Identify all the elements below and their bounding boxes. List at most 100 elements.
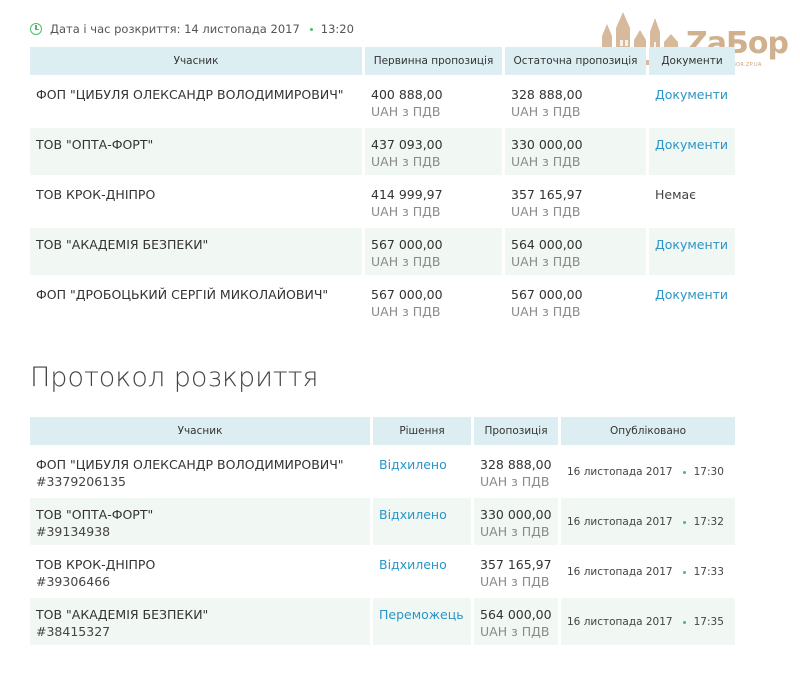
vat-label: UAH з ПДВ [480, 574, 550, 589]
published-date: 16 листопада 2017 [567, 466, 673, 478]
amount: 330 000,00 [511, 137, 583, 152]
vat-label: UAH з ПДВ [480, 474, 550, 489]
vat-label: UAH з ПДВ [371, 154, 441, 169]
separator-dot [682, 520, 686, 524]
amount: 400 888,00 [371, 87, 443, 102]
decision-cell: Відхилено [373, 448, 471, 495]
decision-link[interactable]: Відхилено [379, 557, 447, 572]
col-decision: Рішення [373, 417, 471, 445]
initial-offer: 567 000,00 UAH з ПДВ [365, 278, 502, 325]
table-row: ТОВ "ОПТА-ФОРТ" 437 093,00 UAH з ПДВ 330 … [30, 128, 735, 175]
amount: 328 888,00 [480, 457, 552, 472]
final-offer: 330 000,00 UAH з ПДВ [505, 128, 646, 175]
separator-dot [682, 620, 686, 624]
published-cell: 16 листопада 2017 17:30 [561, 448, 735, 495]
documents-cell: Немає [649, 178, 735, 225]
table-row: ТОВ "ОПТА-ФОРТ" #39134938 Відхилено 330 0… [30, 498, 735, 545]
vat-label: UAH з ПДВ [371, 104, 441, 119]
decision-link[interactable]: Відхилено [379, 507, 447, 522]
amount: 357 165,97 [511, 187, 583, 202]
vat-label: UAH з ПДВ [511, 304, 581, 319]
documents-cell: Документи [649, 278, 735, 325]
decision-cell: Переможець [373, 598, 471, 645]
amount: 414 999,97 [371, 187, 443, 202]
vat-label: UAH з ПДВ [480, 624, 550, 639]
documents-link[interactable]: Документи [655, 287, 728, 302]
table-row: ФОП "ЦИБУЛЯ ОЛЕКСАНДР ВОЛОДИМИРОВИЧ" #337… [30, 448, 735, 495]
final-offer: 328 888,00 UAH з ПДВ [505, 78, 646, 125]
decision-cell: Відхилено [373, 498, 471, 545]
vat-label: UAH з ПДВ [511, 104, 581, 119]
published-time: 17:32 [693, 516, 724, 528]
vat-label: UAH з ПДВ [371, 254, 441, 269]
col-documents: Документи [649, 47, 735, 75]
initial-offer: 414 999,97 UAH з ПДВ [365, 178, 502, 225]
participant-name: ТОВ "АКАДЕМІЯ БЕЗПЕКИ" [36, 607, 209, 622]
amount: 357 165,97 [480, 557, 552, 572]
participant-name: ТОВ "АКАДЕМІЯ БЕЗПЕКИ" [30, 228, 362, 275]
vat-label: UAH з ПДВ [371, 304, 441, 319]
table-row: ФОП "ЦИБУЛЯ ОЛЕКСАНДР ВОЛОДИМИРОВИЧ" 400… [30, 78, 735, 125]
table-row: ТОВ "АКАДЕМІЯ БЕЗПЕКИ" #38415327 Переможе… [30, 598, 735, 645]
table-row: ФОП "ДРОБОЦЬКИЙ СЕРГІЙ МИКОЛАЙОВИЧ" 567 … [30, 278, 735, 325]
vat-label: UAH з ПДВ [511, 254, 581, 269]
amount: 564 000,00 [511, 237, 583, 252]
participant-code: #39134938 [36, 524, 111, 539]
amount: 437 093,00 [371, 137, 443, 152]
decision-link[interactable]: Відхилено [379, 457, 447, 472]
separator-dot [682, 470, 686, 474]
published-cell: 16 листопада 2017 17:33 [561, 548, 735, 595]
documents-link[interactable]: Документи [655, 87, 728, 102]
participant-name: ФОП "ЦИБУЛЯ ОЛЕКСАНДР ВОЛОДИМИРОВИЧ" [36, 87, 344, 102]
documents-link[interactable]: Документи [655, 137, 728, 152]
bids-table-header: Учасник Первинна пропозиція Остаточна пр… [30, 47, 735, 75]
separator-dot [309, 27, 313, 31]
decision-link[interactable]: Переможець [379, 607, 464, 622]
col-published: Опубліковано [561, 417, 735, 445]
initial-offer: 400 888,00 UAH з ПДВ [365, 78, 502, 125]
final-offer: 357 165,97 UAH з ПДВ [505, 178, 646, 225]
vat-label: UAH з ПДВ [511, 204, 581, 219]
vat-label: UAH з ПДВ [511, 154, 581, 169]
table-row: ТОВ "АКАДЕМІЯ БЕЗПЕКИ" 567 000,00 UAH з П… [30, 228, 735, 275]
published-time: 17:35 [693, 616, 724, 628]
published-time: 17:30 [693, 466, 724, 478]
published-date: 16 листопада 2017 [567, 516, 673, 528]
decision-cell: Відхилено [373, 548, 471, 595]
opening-date-label: Дата і час розкриття: 14 листопада 2017 [50, 22, 300, 36]
offer-cell: 328 888,00 UAH з ПДВ [474, 448, 558, 495]
documents-cell: Документи [649, 128, 735, 175]
amount: 567 000,00 [371, 237, 443, 252]
participant-code: #3379206135 [36, 474, 127, 489]
table-row: ТОВ КРОК-ДНІПРО #39306466 Відхилено 357 1… [30, 548, 735, 595]
participant-cell: ТОВ КРОК-ДНІПРО #39306466 [30, 548, 370, 595]
published-cell: 16 листопада 2017 17:35 [561, 598, 735, 645]
opening-date: Дата і час розкриття: 14 листопада 2017 … [30, 20, 354, 38]
opening-time: 13:20 [320, 22, 354, 36]
protocol-table: Учасник Рішення Пропозиція Опубліковано … [27, 414, 738, 648]
participant-name: ТОВ КРОК-ДНІПРО [36, 557, 156, 572]
vat-label: UAH з ПДВ [480, 524, 550, 539]
participant-name: ФОП "ЦИБУЛЯ ОЛЕКСАНДР ВОЛОДИМИРОВИЧ" [36, 457, 344, 472]
col-initial-offer: Первинна пропозиція [365, 47, 502, 75]
offer-cell: 357 165,97 UAH з ПДВ [474, 548, 558, 595]
participant-code: #38415327 [36, 624, 111, 639]
amount: 564 000,00 [480, 607, 552, 622]
table-row: ТОВ КРОК-ДНІПРО 414 999,97 UAH з ПДВ 357 … [30, 178, 735, 225]
participant-cell: ТОВ "ОПТА-ФОРТ" #39134938 [30, 498, 370, 545]
documents-link[interactable]: Документи [655, 237, 728, 252]
col-offer: Пропозиція [474, 417, 558, 445]
vat-label: UAH з ПДВ [371, 204, 441, 219]
final-offer: 567 000,00 UAH з ПДВ [505, 278, 646, 325]
separator-dot [682, 570, 686, 574]
documents-cell: Документи [649, 228, 735, 275]
amount: 330 000,00 [480, 507, 552, 522]
documents-cell: Документи [649, 78, 735, 125]
participant-cell: ТОВ "АКАДЕМІЯ БЕЗПЕКИ" #38415327 [30, 598, 370, 645]
final-offer: 564 000,00 UAH з ПДВ [505, 228, 646, 275]
published-date: 16 листопада 2017 [567, 566, 673, 578]
offer-cell: 330 000,00 UAH з ПДВ [474, 498, 558, 545]
published-date: 16 листопада 2017 [567, 616, 673, 628]
amount: 567 000,00 [371, 287, 443, 302]
col-participant: Учасник [30, 47, 362, 75]
